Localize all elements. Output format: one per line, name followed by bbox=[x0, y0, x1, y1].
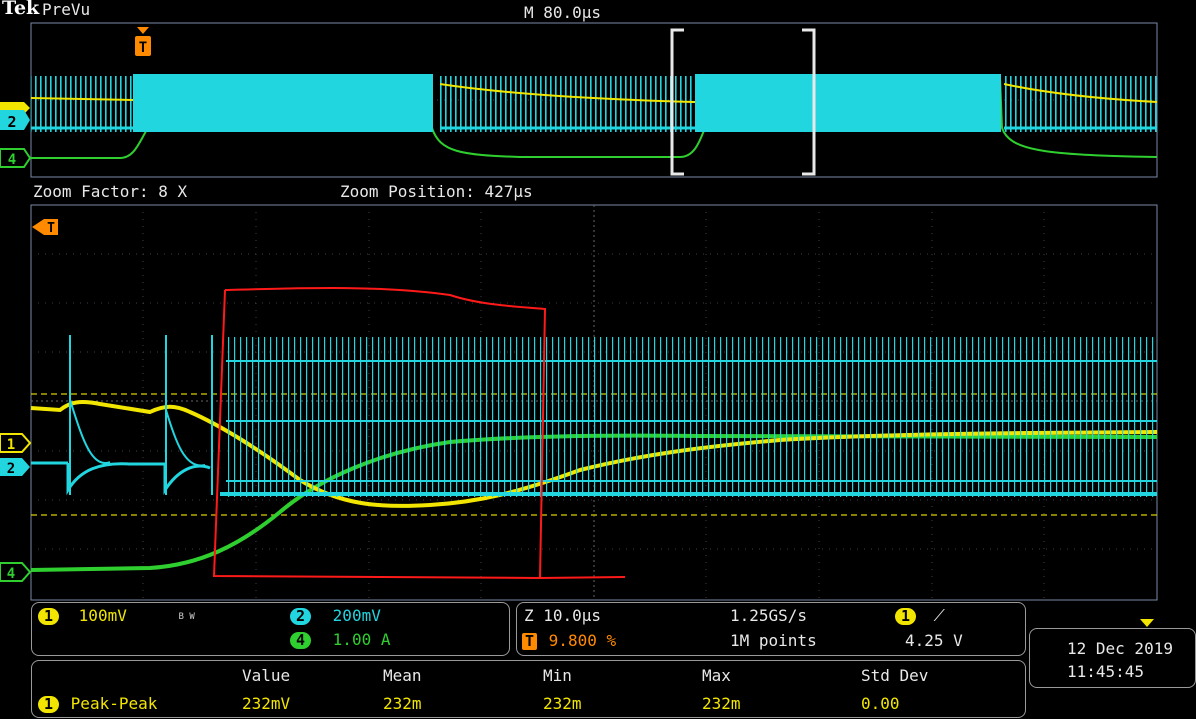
zoom-ch2-spike-train bbox=[226, 337, 1157, 497]
trigger-position-icon: T bbox=[522, 633, 538, 650]
time-display: 11:45:45 bbox=[1067, 662, 1145, 681]
trigger-channel-readout[interactable]: 1 ⟋ bbox=[895, 606, 945, 626]
svg-text:4: 4 bbox=[7, 566, 15, 582]
trigger-level[interactable]: 4.25 V bbox=[905, 632, 963, 650]
svg-text:2: 2 bbox=[7, 113, 16, 131]
svg-text:T: T bbox=[47, 221, 55, 236]
trigger-position-readout[interactable]: T 9.800 % bbox=[522, 631, 616, 650]
meas-header-max: Max bbox=[702, 666, 731, 685]
zoom-position-label: Zoom Position: 427µs bbox=[340, 182, 533, 201]
overview-panel: T 2 4 bbox=[0, 22, 1158, 178]
record-length[interactable]: 1M points bbox=[730, 632, 817, 650]
meas-stddev: 0.00 bbox=[861, 694, 900, 713]
ch2-badge: 2 bbox=[290, 608, 312, 625]
sample-rate: 1.25GS/s bbox=[730, 606, 808, 625]
ch4-scale: 1.00 A bbox=[332, 630, 391, 649]
ch2-settings[interactable]: 2 200mV bbox=[290, 606, 381, 625]
ch1-settings[interactable]: 1 100mV B W bbox=[38, 606, 195, 625]
measurement-row[interactable]: 1 Peak-Peak bbox=[38, 694, 157, 713]
svg-text:2: 2 bbox=[7, 461, 15, 477]
ch4-badge: 4 bbox=[290, 632, 312, 649]
zoom-panel: T 1 2 4 bbox=[0, 204, 1158, 627]
ch2-scale: 200mV bbox=[332, 606, 381, 625]
svg-text:T: T bbox=[139, 40, 147, 56]
meas-mean: 232m bbox=[383, 694, 422, 713]
zoom-factor-label: Zoom Factor: 8 X bbox=[33, 182, 188, 201]
bandwidth-limit-indicator: B W bbox=[178, 612, 195, 622]
svg-text:1: 1 bbox=[7, 437, 15, 453]
svg-text:4: 4 bbox=[8, 152, 16, 168]
ch1-badge: 1 bbox=[38, 608, 60, 625]
ch4-settings[interactable]: 4 1.00 A bbox=[290, 630, 390, 649]
meas-name: Peak-Peak bbox=[70, 694, 158, 713]
meas-header-value: Value bbox=[242, 666, 291, 685]
meas-header-min: Min bbox=[543, 666, 572, 685]
ch1-scale: 100mV bbox=[78, 606, 127, 625]
meas-header-mean: Mean bbox=[383, 666, 422, 685]
meas-header-stddev: Std Dev bbox=[861, 666, 929, 685]
date-display: 12 Dec 2019 bbox=[1067, 639, 1173, 658]
trigger-source-badge: 1 bbox=[895, 608, 917, 625]
zoom-timebase-scale[interactable]: Z 10.0µs bbox=[524, 607, 601, 625]
overview-ch2-burst-2 bbox=[695, 74, 1001, 132]
meas-channel-badge: 1 bbox=[38, 696, 60, 713]
overview-ch2-burst-1 bbox=[133, 74, 433, 132]
trigger-position-value: 9.800 % bbox=[548, 631, 617, 650]
trigger-slope-icon: ⟋ bbox=[933, 606, 945, 625]
meas-value: 232mV bbox=[242, 694, 291, 713]
meas-max: 232m bbox=[702, 694, 741, 713]
meas-min: 232m bbox=[543, 694, 582, 713]
